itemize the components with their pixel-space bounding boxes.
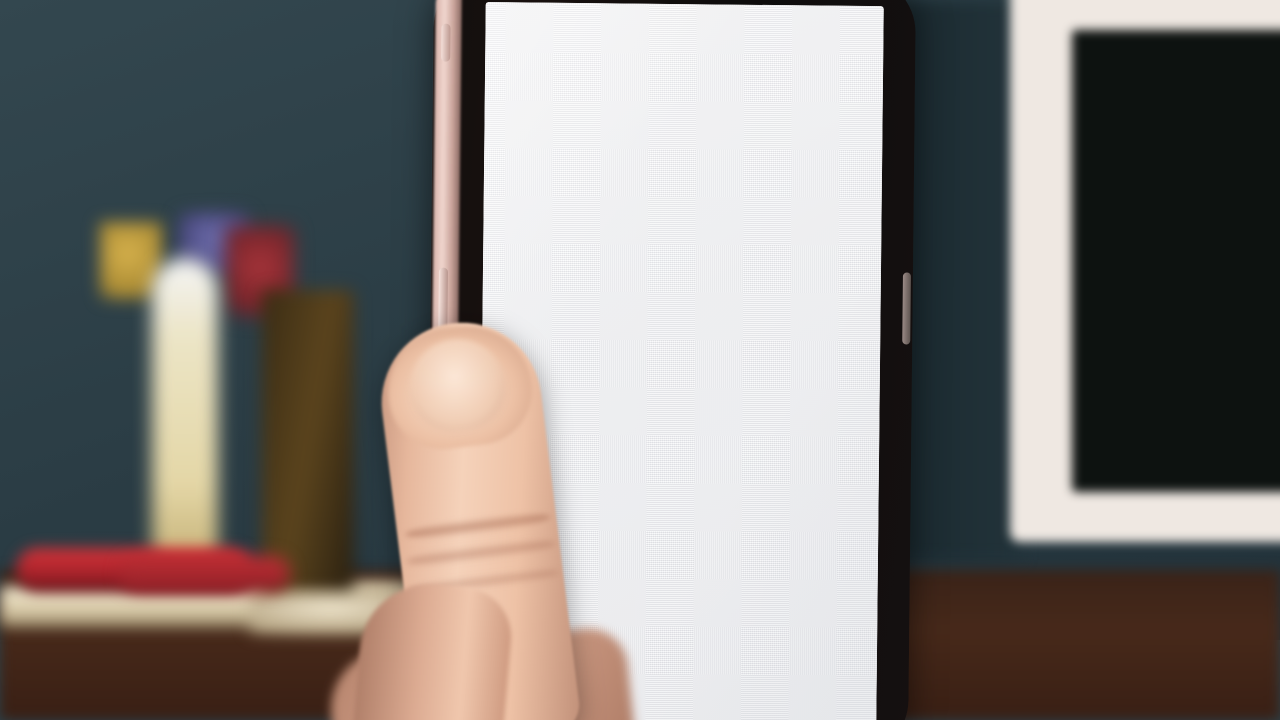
info-icon[interactable]: i bbox=[841, 53, 870, 82]
message-list[interactable]: Text Message Today 7:03 PM Join9 Short c… bbox=[481, 90, 883, 440]
volume-down-button[interactable] bbox=[437, 359, 448, 430]
timestamp-label: Text Message bbox=[630, 119, 736, 140]
carrier-label: T-Mobile Wi-Fi bbox=[534, 12, 630, 31]
desk-red-object-secondary bbox=[120, 556, 290, 592]
pencil-cup-highlight bbox=[152, 258, 218, 578]
picture-frame-art bbox=[1072, 30, 1280, 492]
silent-switch[interactable] bbox=[441, 23, 451, 62]
navigation-bar: ‹ 337-33 i bbox=[484, 38, 884, 95]
power-button[interactable] bbox=[902, 272, 911, 345]
battery-icon bbox=[841, 17, 868, 31]
messages-app: T-Mobile Wi-Fi 7:04 PM ᛗ ‹ 337-33 i Text… bbox=[478, 2, 884, 720]
message-line: short code texting bbox=[516, 329, 698, 358]
message-line: may be blocked on bbox=[515, 361, 710, 390]
message-bubble-sent[interactable]: Join9 bbox=[782, 190, 866, 235]
send-icon[interactable]: ↑ bbox=[822, 679, 859, 716]
wifi-icon bbox=[634, 14, 652, 28]
status-bar-right: ᛗ bbox=[826, 15, 868, 32]
phone-screen[interactable]: T-Mobile Wi-Fi 7:04 PM ᛗ ‹ 337-33 i Text… bbox=[478, 2, 884, 720]
conversation-title: 337-33 bbox=[647, 51, 721, 79]
status-bar: T-Mobile Wi-Fi 7:04 PM ᛗ bbox=[485, 2, 883, 42]
iphone: T-Mobile Wi-Fi 7:04 PM ᛗ ‹ 337-33 i Text… bbox=[425, 0, 917, 720]
pencil-cup-shadow bbox=[262, 290, 354, 590]
message-bubble-received[interactable]: Short code may have expired or short cod… bbox=[497, 252, 729, 439]
message-row-sent: Join9 bbox=[499, 187, 866, 235]
conversation-timestamp: Text Message Today 7:03 PM bbox=[500, 116, 866, 169]
message-row-received: Short code may have expired or short cod… bbox=[497, 252, 865, 439]
signal-strength-icon bbox=[501, 17, 530, 23]
timestamp-time: Today 7:03 PM bbox=[626, 144, 740, 165]
back-icon[interactable]: ‹ bbox=[499, 47, 521, 80]
background-right-shadow bbox=[900, 0, 1020, 560]
bluetooth-icon: ᛗ bbox=[826, 15, 835, 32]
message-line: your account. Msg bbox=[515, 392, 704, 421]
status-bar-left: T-Mobile Wi-Fi 7:04 PM bbox=[501, 12, 722, 32]
message-line: Short code may bbox=[516, 266, 679, 295]
scene: T-Mobile Wi-Fi 7:04 PM ᛗ ‹ 337-33 i Text… bbox=[0, 0, 1280, 720]
message-line: have expired or bbox=[516, 298, 676, 326]
volume-up-button[interactable] bbox=[438, 267, 448, 338]
status-bar-clock: 7:04 PM bbox=[665, 13, 722, 32]
